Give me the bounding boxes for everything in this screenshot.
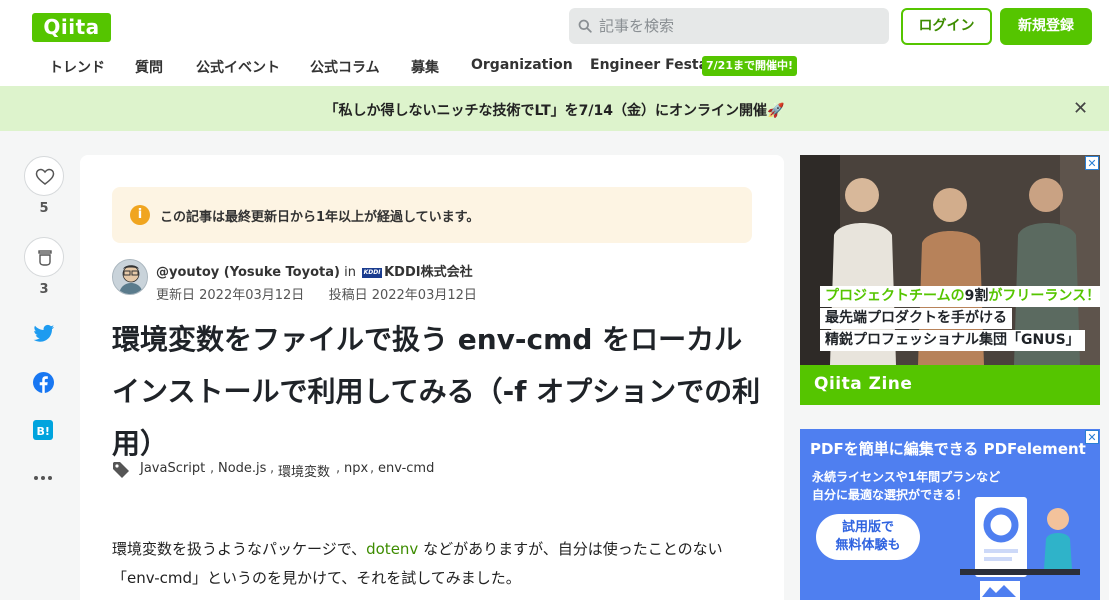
nav-official-columns[interactable]: 公式コラム [310,57,380,77]
facebook-icon[interactable] [33,372,54,393]
qiita-logo[interactable]: Qiita [32,13,111,42]
free-trial-button[interactable]: 試用版で 無料体験も [816,514,920,560]
in-label: in [344,265,356,280]
qiita-zine-brand: Qiita Zine [814,374,913,394]
tag-env-vars[interactable]: 環境変数 [278,461,330,480]
top-header: Qiita ログイン 新規登録 トレンド 質問 公式イベント 公式コラム 募集 … [0,0,1109,86]
kddi-logo: KDDI [362,267,383,278]
avatar[interactable] [112,259,148,295]
ad1-line2: 最先端プロダクトを手がける [820,308,1012,329]
more-icon[interactable] [33,470,53,486]
nav-recruit[interactable]: 募集 [411,57,439,77]
nav-organization[interactable]: Organization [471,57,573,73]
tag-npx[interactable]: npx [344,461,368,476]
tag-javascript[interactable]: JavaScript [140,461,205,476]
organization-name[interactable]: KDDI株式会社 [384,265,473,280]
close-icon[interactable]: ✕ [1073,98,1088,119]
hatena-bookmark-icon[interactable]: B! [33,420,53,440]
search-box[interactable] [569,8,889,44]
outdated-notice: i この記事は最終更新日から1年以上が経過しています。 [112,187,752,243]
global-nav: トレンド 質問 公式イベント 公式コラム 募集 Organization Eng… [0,52,1109,82]
nav-trend[interactable]: トレンド [49,57,105,77]
qiita-zine-ad[interactable]: プロジェクトチームの9割がフリーランス！ 最先端プロダクトを手がける 精鋭プロフ… [800,155,1100,405]
ad2-title: PDFを簡単に編集できる PDFelement [810,440,1086,458]
notice-text: この記事は最終更新日から1年以上が経過しています。 [160,210,480,225]
ad-close-icon[interactable]: ✕ [1085,156,1099,170]
ad1-line3: 精鋭プロフェッショナル集団「GNUS」 [820,330,1085,351]
ad-illustration [960,497,1080,600]
nav-official-events[interactable]: 公式イベント [196,57,280,77]
stock-button[interactable] [24,237,64,277]
article-body-paragraph: 環境変数を扱うようなパッケージで、dotenv などがありますが、自分は使ったこ… [112,535,752,593]
heart-icon [35,168,55,185]
article-card: i この記事は最終更新日から1年以上が経過しています。 @youtoy (Yos… [80,155,784,600]
like-button[interactable] [24,156,64,196]
tag-icon [113,462,129,478]
article-dates: 更新日 2022年03月12日 投稿日 2022年03月12日 [156,284,477,303]
nav-engineer-festa[interactable]: Engineer Festa [590,57,708,73]
svg-text:B!: B! [37,425,50,438]
banner-text[interactable]: 「私しか得しないニッチな技術でLT」を7/14（金）にオンライン開催🚀 [0,100,1109,120]
pdfelement-ad[interactable]: PDFを簡単に編集できる PDFelement 永続ライセンスや1年間プランなど… [800,429,1100,600]
ad-close-icon[interactable]: ✕ [1085,430,1099,444]
festa-badge: 7/21まで開催中! [702,56,797,76]
signup-button[interactable]: 新規登録 [1000,8,1092,45]
ad2-line1: 永続ライセンスや1年間プランなど [812,470,1001,484]
nav-questions[interactable]: 質問 [135,57,163,77]
body-text-pre: 環境変数を扱うようなパッケージで、 [112,540,367,558]
ad2-line2: 自分に最適な選択ができる！ [812,488,968,502]
tag-nodejs[interactable]: Node.js [218,461,266,476]
author-line: @youtoy (Yosuke Toyota) in KDDI KDDI株式会社 [156,261,473,280]
updated-date: 更新日 2022年03月12日 [156,288,305,303]
ad1-copy: プロジェクトチームの9割がフリーランス！ 最先端プロダクトを手がける 精鋭プロフ… [820,286,1100,352]
stock-icon [38,250,52,266]
author-handle[interactable]: @youtoy (Yosuke Toyota) [156,265,340,280]
like-count: 5 [39,201,49,216]
search-input[interactable] [599,8,879,44]
posted-date: 投稿日 2022年03月12日 [328,288,477,303]
search-icon [578,19,592,33]
avatar-image [113,260,147,294]
ad1-line1: プロジェクトチームの9割がフリーランス！ [820,286,1100,307]
stock-count: 3 [39,282,49,297]
article-title: 環境変数をファイルで扱う env-cmd をローカルインストールで利用してみる（… [112,323,761,460]
info-icon: i [130,205,150,225]
twitter-icon[interactable] [33,324,55,344]
login-button[interactable]: ログイン [901,8,992,45]
dotenv-link[interactable]: dotenv [366,540,418,558]
tag-env-cmd[interactable]: env-cmd [378,461,434,476]
announcement-banner: 「私しか得しないニッチな技術でLT」を7/14（金）にオンライン開催🚀 ✕ [0,86,1109,131]
